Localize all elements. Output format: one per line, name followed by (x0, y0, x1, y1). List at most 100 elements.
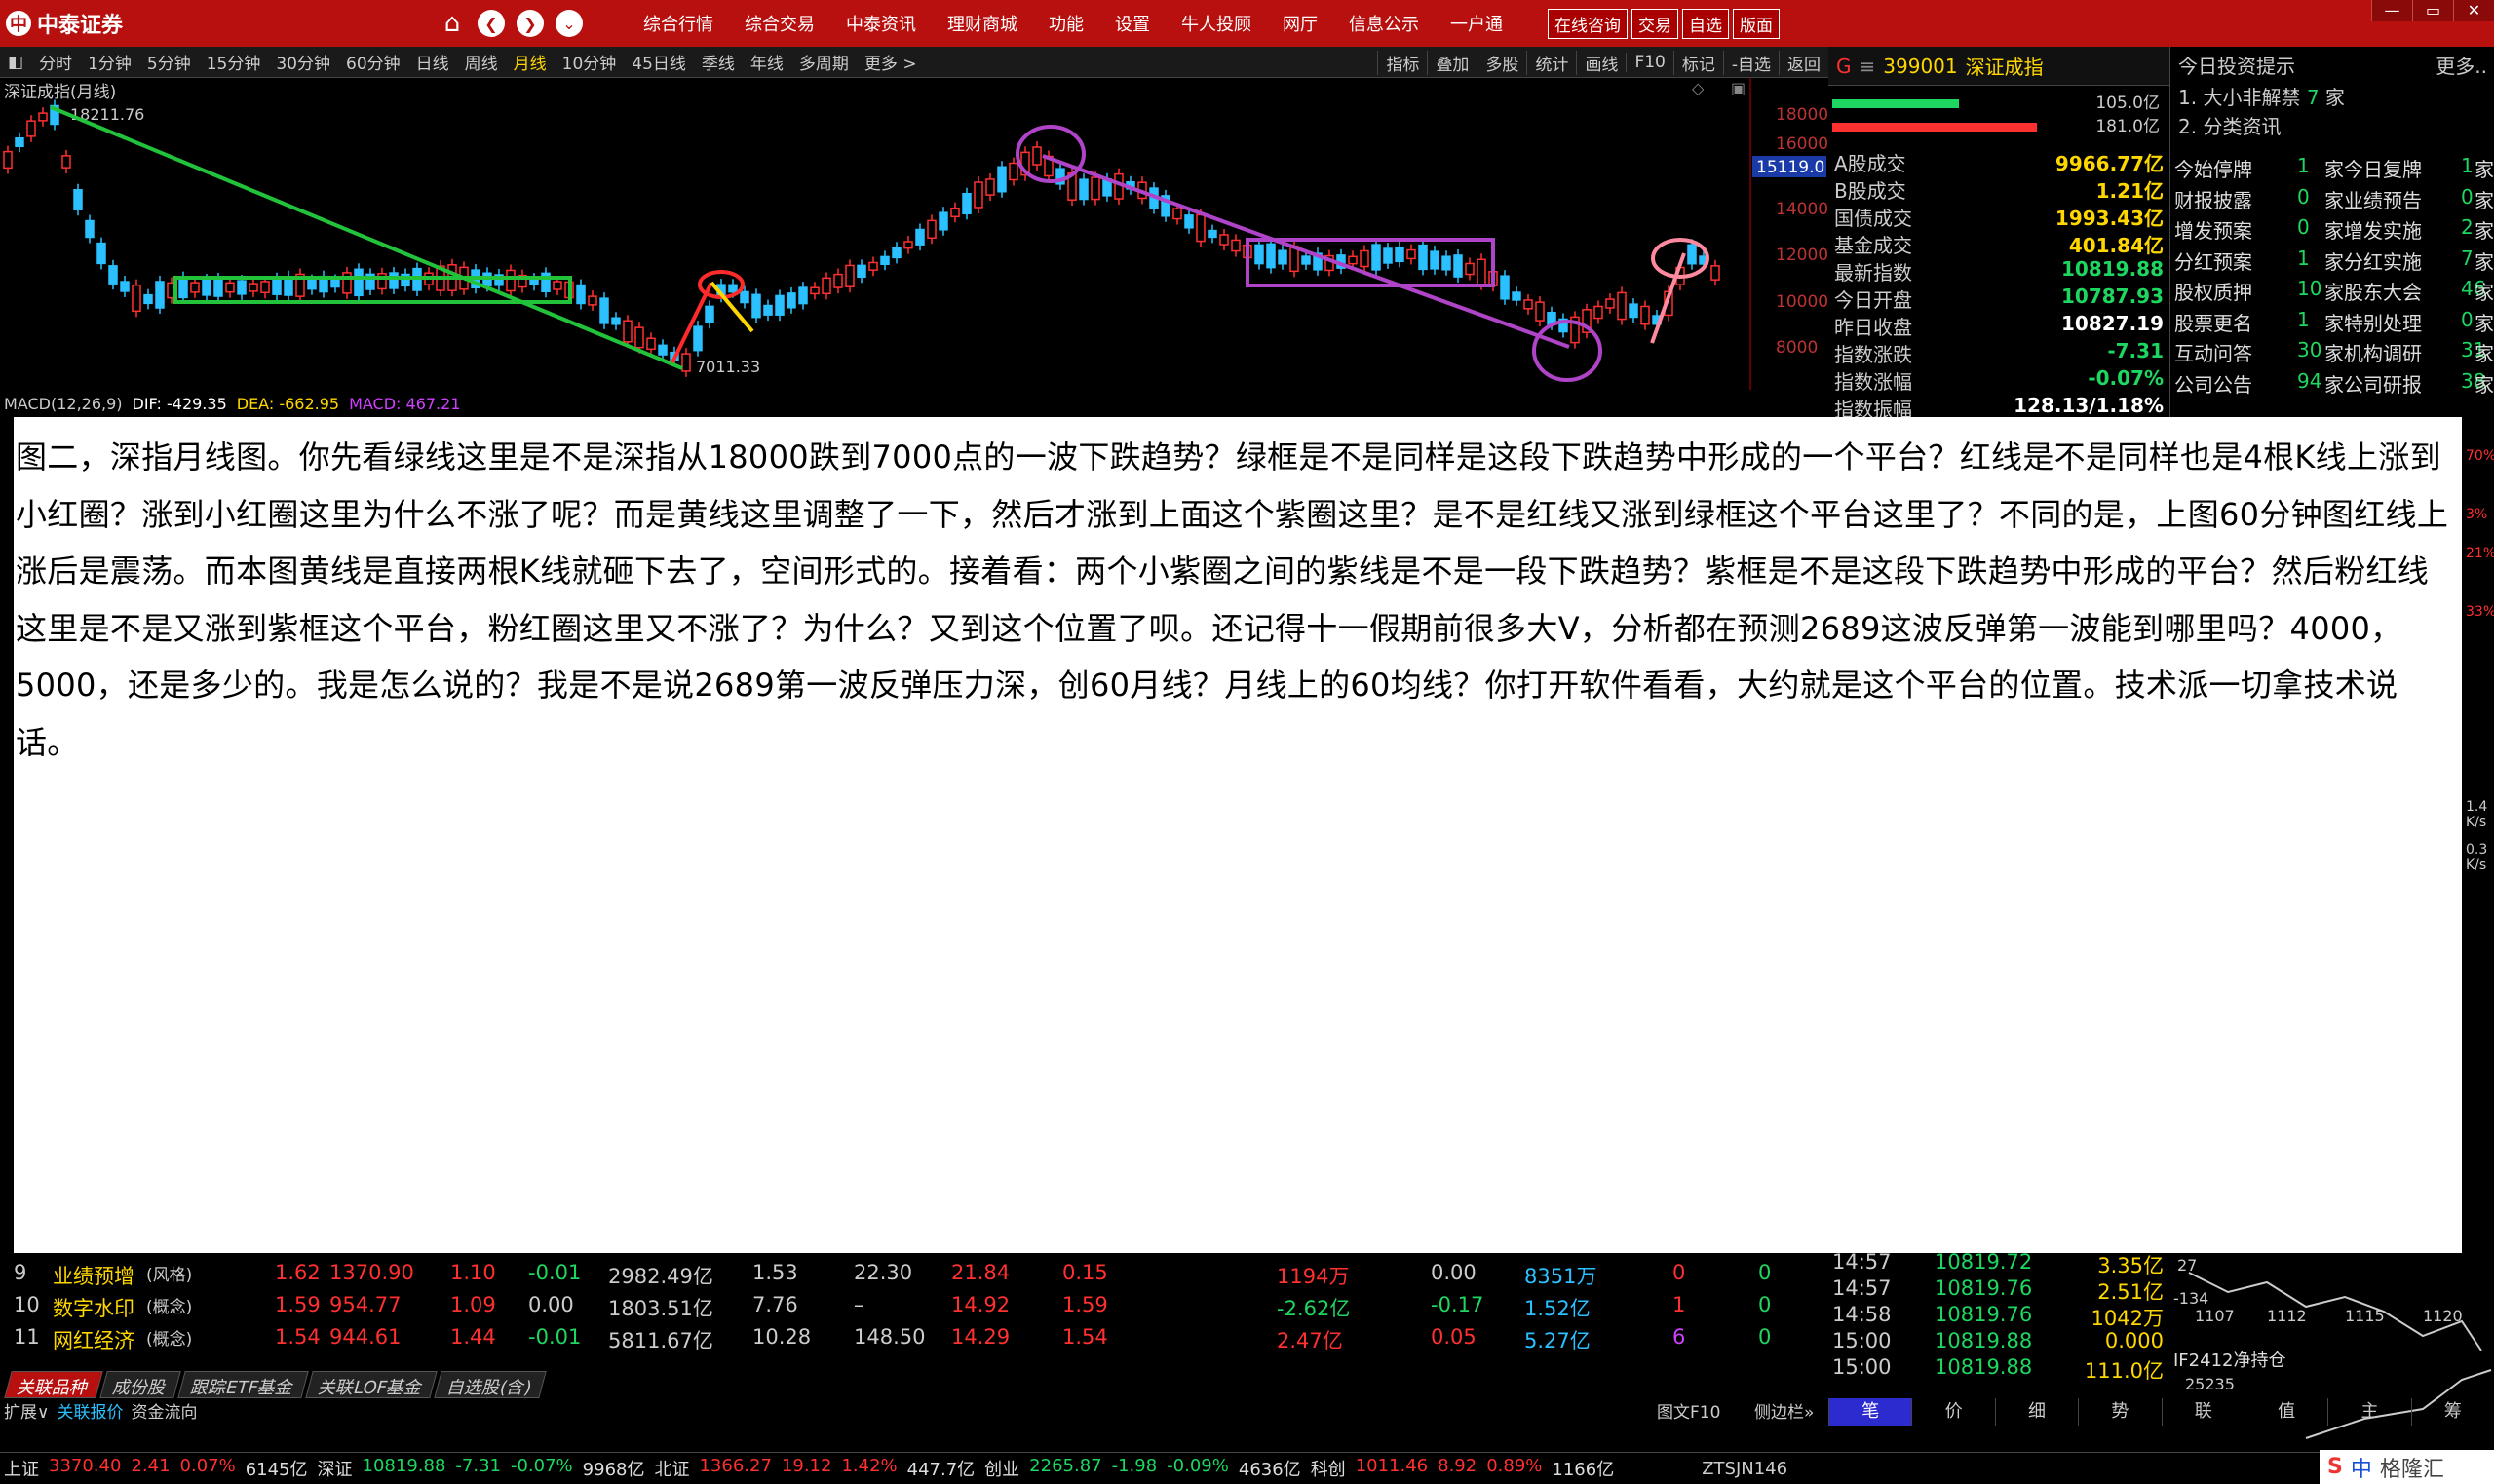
period-more[interactable]: 更多 > (857, 50, 925, 74)
market-summary[interactable]: 上证 3370.40 2.41 0.07% 6145亿 (4, 1456, 308, 1481)
market-summary[interactable]: 科创 1011.46 8.92 0.89% 1166亿 (1311, 1456, 1615, 1481)
market-summary[interactable]: 创业 2265.87 -1.98 -0.09% 4636亿 (984, 1456, 1301, 1481)
tips-more-link[interactable]: 更多.. (2436, 51, 2487, 78)
tool-stats[interactable]: 统计 (1526, 50, 1576, 75)
menu-item-mall[interactable]: 理财商城 (932, 11, 1033, 36)
period-weekly[interactable]: 周线 (457, 50, 506, 74)
period-1min[interactable]: 1分钟 (80, 50, 139, 74)
tab-watchlist[interactable]: 自选股(含) (433, 1371, 547, 1398)
tool-indicator[interactable]: 指标 (1377, 50, 1427, 75)
watchlist-button[interactable]: 自选 (1682, 8, 1729, 39)
side-tab-4[interactable]: 联 (2161, 1398, 2245, 1426)
period-45day[interactable]: 45日线 (624, 50, 694, 74)
period-10min[interactable]: 10分钟 (555, 50, 625, 74)
menu-icon[interactable]: ≡ (1860, 55, 1876, 78)
side-tab-6[interactable]: 主 (2327, 1398, 2410, 1426)
tip-label[interactable]: 机构调研 (2344, 338, 2422, 366)
tip-label[interactable]: 财报披露 (2174, 185, 2252, 213)
tip-label[interactable]: 公司研报 (2344, 369, 2422, 398)
market-summary[interactable]: 深证 10819.88 -7.31 -0.07% 9968亿 (318, 1456, 645, 1481)
menu-item-settings[interactable]: 设置 (1099, 11, 1166, 36)
subtab-capital-flow[interactable]: 资金流向 (131, 1398, 197, 1423)
table-row[interactable]: 9 业绩预增 (风格) 1.62 1370.90 1.10 -0.01 2982.49亿 1.5… (0, 1257, 1828, 1288)
period-intraday[interactable]: 分时 (31, 50, 80, 74)
period-multi[interactable]: 多周期 (791, 50, 857, 74)
period-30min[interactable]: 30分钟 (268, 50, 338, 74)
tool-overlay[interactable]: 叠加 (1427, 50, 1477, 75)
tip-label[interactable]: 今日复牌 (2344, 154, 2422, 182)
kline-chart[interactable]: 深证成指(月线) 18211.76 7011.33 18000 16000 14… (0, 78, 1828, 390)
tip-label[interactable]: 增发实施 (2344, 215, 2422, 244)
tip-label[interactable]: 分红实施 (2344, 247, 2422, 275)
side-tab-2[interactable]: 细 (1994, 1398, 2078, 1426)
side-tab-0[interactable]: 笔 (1828, 1398, 1912, 1426)
menu-item-functions[interactable]: 功能 (1033, 11, 1099, 36)
tips-line-1[interactable]: 1. 大小非解禁 7 家 (2178, 82, 2345, 110)
table-row[interactable]: 10 数字水印 (概念) 1.59 954.77 1.09 0.00 1803.51亿 7.76… (0, 1289, 1828, 1320)
tip-label[interactable]: 股东大会 (2344, 277, 2422, 305)
tab-related[interactable]: 关联品种 (4, 1371, 103, 1398)
home-icon[interactable]: ⌂ (439, 9, 466, 38)
trade-button[interactable]: 交易 (1631, 8, 1678, 39)
period-monthly[interactable]: 月线 (506, 50, 555, 74)
tab-constituents[interactable]: 成份股 (99, 1371, 181, 1398)
menu-item-hall[interactable]: 网厅 (1267, 11, 1333, 36)
sidebar-link[interactable]: 侧边栏» (1754, 1398, 1814, 1423)
period-15min[interactable]: 15分钟 (199, 50, 269, 74)
tick-time: 14:58 (1832, 1303, 1892, 1326)
dropdown-icon[interactable]: ⌄ (556, 10, 583, 37)
market-summary[interactable]: 北证 1366.27 19.12 1.42% 447.7亿 (654, 1456, 975, 1481)
chart-expand-icon[interactable]: ▣ (1731, 79, 1746, 97)
subtab-quotes[interactable]: 关联报价 (57, 1398, 123, 1423)
side-tab-7[interactable]: 筹 (2410, 1398, 2494, 1426)
tool-f10[interactable]: F10 (1626, 53, 1672, 72)
tab-lof[interactable]: 关联LOF基金 (304, 1371, 438, 1398)
menu-item-disclosure[interactable]: 信息公示 (1333, 11, 1435, 36)
tip-label[interactable]: 分红预案 (2174, 247, 2252, 275)
minimize-button[interactable]: — (2371, 0, 2412, 21)
subtab-expand[interactable]: 扩展∨ (4, 1398, 49, 1423)
tip-label[interactable]: 互动问答 (2174, 338, 2252, 366)
period-quarterly[interactable]: 季线 (694, 50, 743, 74)
online-consult-button[interactable]: 在线咨询 (1548, 8, 1628, 39)
tip-label[interactable]: 增发预案 (2174, 215, 2252, 244)
tip-label[interactable]: 特别处理 (2344, 308, 2422, 336)
candle-body (822, 277, 831, 295)
f10-link[interactable]: 图文F10 (1657, 1398, 1720, 1423)
menu-item-advisor[interactable]: 牛人投顾 (1166, 11, 1267, 36)
table-row[interactable]: 11 网红经济 (概念) 1.54 944.61 1.44 -0.01 5811.67亿 10.… (0, 1321, 1828, 1352)
table-cell-idx: 10 (14, 1293, 40, 1316)
tip-label[interactable]: 今始停牌 (2174, 154, 2252, 182)
layout-button[interactable]: 版面 (1733, 8, 1780, 39)
side-tab-5[interactable]: 值 (2244, 1398, 2327, 1426)
tool-back[interactable]: 返回 (1779, 50, 1828, 75)
tool-remove-watch[interactable]: -自选 (1722, 50, 1779, 75)
tips-line-2[interactable]: 2. 分类资讯 (2178, 111, 2281, 139)
menu-item-account[interactable]: 一户通 (1435, 11, 1518, 36)
period-5min[interactable]: 5分钟 (139, 50, 199, 74)
side-tab-3[interactable]: 势 (2078, 1398, 2161, 1426)
tool-draw[interactable]: 画线 (1576, 50, 1626, 75)
close-button[interactable]: ✕ (2453, 0, 2494, 21)
tool-mark[interactable]: 标记 (1672, 50, 1723, 75)
tip-label[interactable]: 业绩预告 (2344, 185, 2422, 213)
menu-item-quotes[interactable]: 综合行情 (628, 11, 729, 36)
tip-label[interactable]: 公司公告 (2174, 369, 2252, 398)
tab-etf[interactable]: 跟踪ETF基金 (177, 1371, 309, 1398)
period-60min[interactable]: 60分钟 (338, 50, 408, 74)
period-yearly[interactable]: 年线 (743, 50, 791, 74)
forward-icon[interactable]: ❯ (517, 10, 544, 37)
macd-label[interactable]: MACD(12,26,9) (4, 395, 123, 413)
menu-item-news[interactable]: 中泰资讯 (830, 11, 932, 36)
chart-settings-icon[interactable]: ◇ (1692, 79, 1705, 97)
period-daily[interactable]: 日线 (408, 50, 457, 74)
side-tab-1[interactable]: 价 (1911, 1398, 1994, 1426)
layout-toggle-icon[interactable]: ◧ (0, 53, 31, 72)
menu-item-trade[interactable]: 综合交易 (729, 11, 830, 36)
tip-label[interactable]: 股权质押 (2174, 277, 2252, 305)
tool-multi-stock[interactable]: 多股 (1477, 50, 1526, 75)
table-cell-c5: 1803.51亿 (608, 1297, 713, 1320)
maximize-button[interactable]: ▭ (2412, 0, 2453, 21)
back-icon[interactable]: ❮ (478, 10, 505, 37)
tip-label[interactable]: 股票更名 (2174, 308, 2252, 336)
